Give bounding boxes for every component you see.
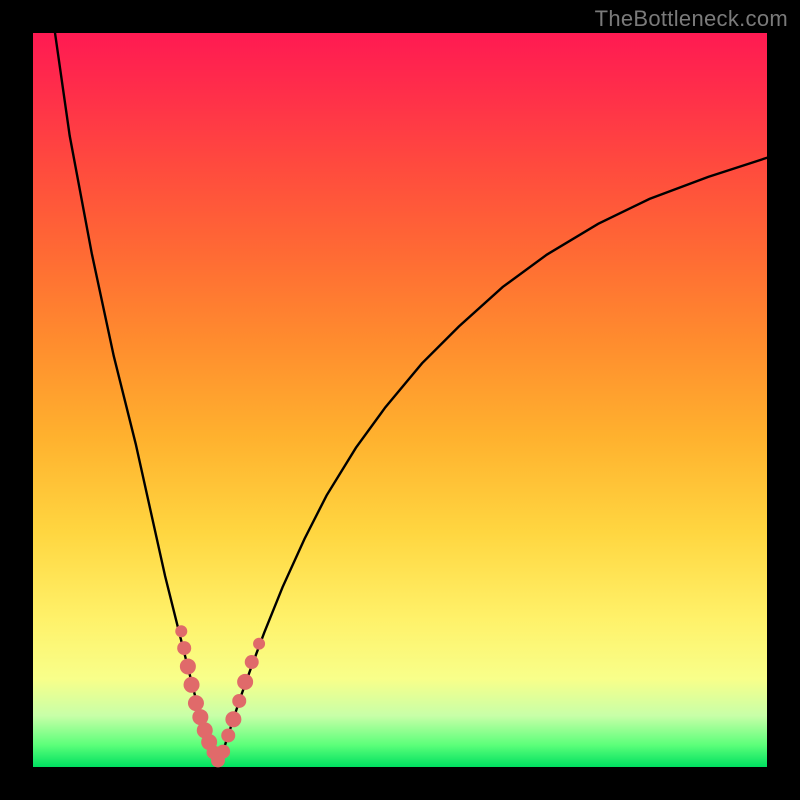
data-point [180,658,196,674]
data-point [245,655,259,669]
data-point [177,641,191,655]
watermark-text: TheBottleneck.com [595,6,788,32]
data-point [184,677,200,693]
data-markers [175,625,265,767]
plot-area [33,33,767,767]
data-point [225,711,241,727]
curve-left [55,33,218,763]
curve-right [218,158,767,763]
data-point [221,728,235,742]
chart-svg [33,33,767,767]
data-point [237,674,253,690]
data-point [253,638,265,650]
data-point [188,695,204,711]
data-point [175,625,187,637]
data-point [216,745,230,759]
data-point [232,694,246,708]
chart-frame: TheBottleneck.com [0,0,800,800]
